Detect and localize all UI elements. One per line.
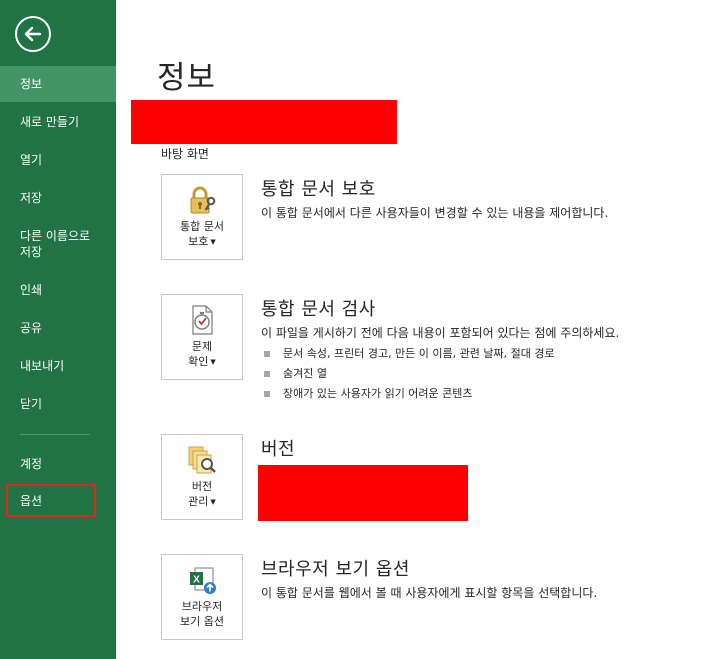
version-magnifier-icon: [185, 443, 219, 477]
browser-section-desc: 이 통합 문서를 웹에서 볼 때 사용자에게 표시할 항목을 선택합니다.: [261, 586, 598, 600]
inspect-bullet-item: 장애가 있는 사용자가 읽기 어려운 콘텐츠: [264, 385, 473, 401]
protect-section-desc: 이 통합 문서에서 다른 사용자들이 변경할 수 있는 내용을 제어합니다.: [261, 206, 609, 220]
browser-view-options-button[interactable]: X 브라우저 보기 옵션: [161, 554, 243, 640]
nav-print[interactable]: 인쇄: [0, 282, 116, 298]
nav-info[interactable]: 정보: [0, 66, 116, 102]
nav-save[interactable]: 저장: [0, 190, 116, 206]
check-issues-tile-label: 문제 확인 ▼: [188, 340, 216, 368]
excel-browser-icon: X: [185, 563, 219, 597]
nav-close[interactable]: 닫기: [0, 396, 116, 412]
chevron-down-icon: ▼: [210, 237, 216, 246]
nav-new[interactable]: 새로 만들기: [0, 114, 116, 130]
check-issues-button[interactable]: 문제 확인 ▼: [161, 294, 243, 380]
protect-workbook-button[interactable]: 통합 문서 보호 ▼: [161, 174, 243, 260]
svg-text:X: X: [193, 575, 200, 586]
lock-key-icon: [185, 183, 219, 217]
nav-share[interactable]: 공유: [0, 320, 116, 336]
manage-versions-tile-label: 버전 관리 ▼: [188, 480, 216, 508]
redacted-versions-info: [258, 465, 468, 521]
manage-versions-button[interactable]: 버전 관리 ▼: [161, 434, 243, 520]
page-title: 정보: [157, 60, 217, 96]
inspect-document-icon: [185, 303, 219, 337]
redacted-filename: [131, 100, 397, 144]
chevron-down-icon: ▼: [210, 357, 216, 366]
browser-section-title: 브라우저 보기 옵션: [261, 559, 410, 580]
bullet-square-icon: [264, 371, 270, 377]
file-location: 바탕 화면: [161, 147, 209, 161]
bullet-square-icon: [264, 391, 270, 397]
protect-tile-label: 통합 문서 보호 ▼: [180, 220, 224, 248]
inspect-bullet-item: 문서 속성, 프린터 경고, 만든 이 이름, 관련 날짜, 절대 경로: [264, 345, 555, 361]
nav-save-as[interactable]: 다른 이름으로 저장: [0, 228, 116, 260]
back-arrow-icon: [24, 26, 42, 42]
inspect-section-title: 통합 문서 검사: [261, 299, 376, 320]
versions-section-title: 버전: [261, 439, 296, 460]
nav-export[interactable]: 내보내기: [0, 358, 116, 374]
bullet-square-icon: [264, 351, 270, 357]
inspect-section-desc: 이 파일을 게시하기 전에 다음 내용이 포함되어 있다는 점에 주의하세요.: [261, 326, 620, 340]
nav-open[interactable]: 열기: [0, 152, 116, 168]
back-button[interactable]: [15, 16, 51, 52]
inspect-bullet-item: 숨겨진 열: [264, 365, 327, 381]
backstage-sidebar: 정보 새로 만들기 열기 저장 다른 이름으로 저장 인쇄 공유 내보내기 닫기…: [0, 0, 116, 659]
nav-options[interactable]: 옵션: [0, 493, 116, 509]
browser-view-tile-label: 브라우저 보기 옵션: [180, 600, 224, 628]
nav-account[interactable]: 계정: [0, 456, 116, 472]
protect-section-title: 통합 문서 보호: [261, 179, 376, 200]
chevron-down-icon: ▼: [210, 497, 216, 506]
nav-divider: [20, 434, 90, 435]
